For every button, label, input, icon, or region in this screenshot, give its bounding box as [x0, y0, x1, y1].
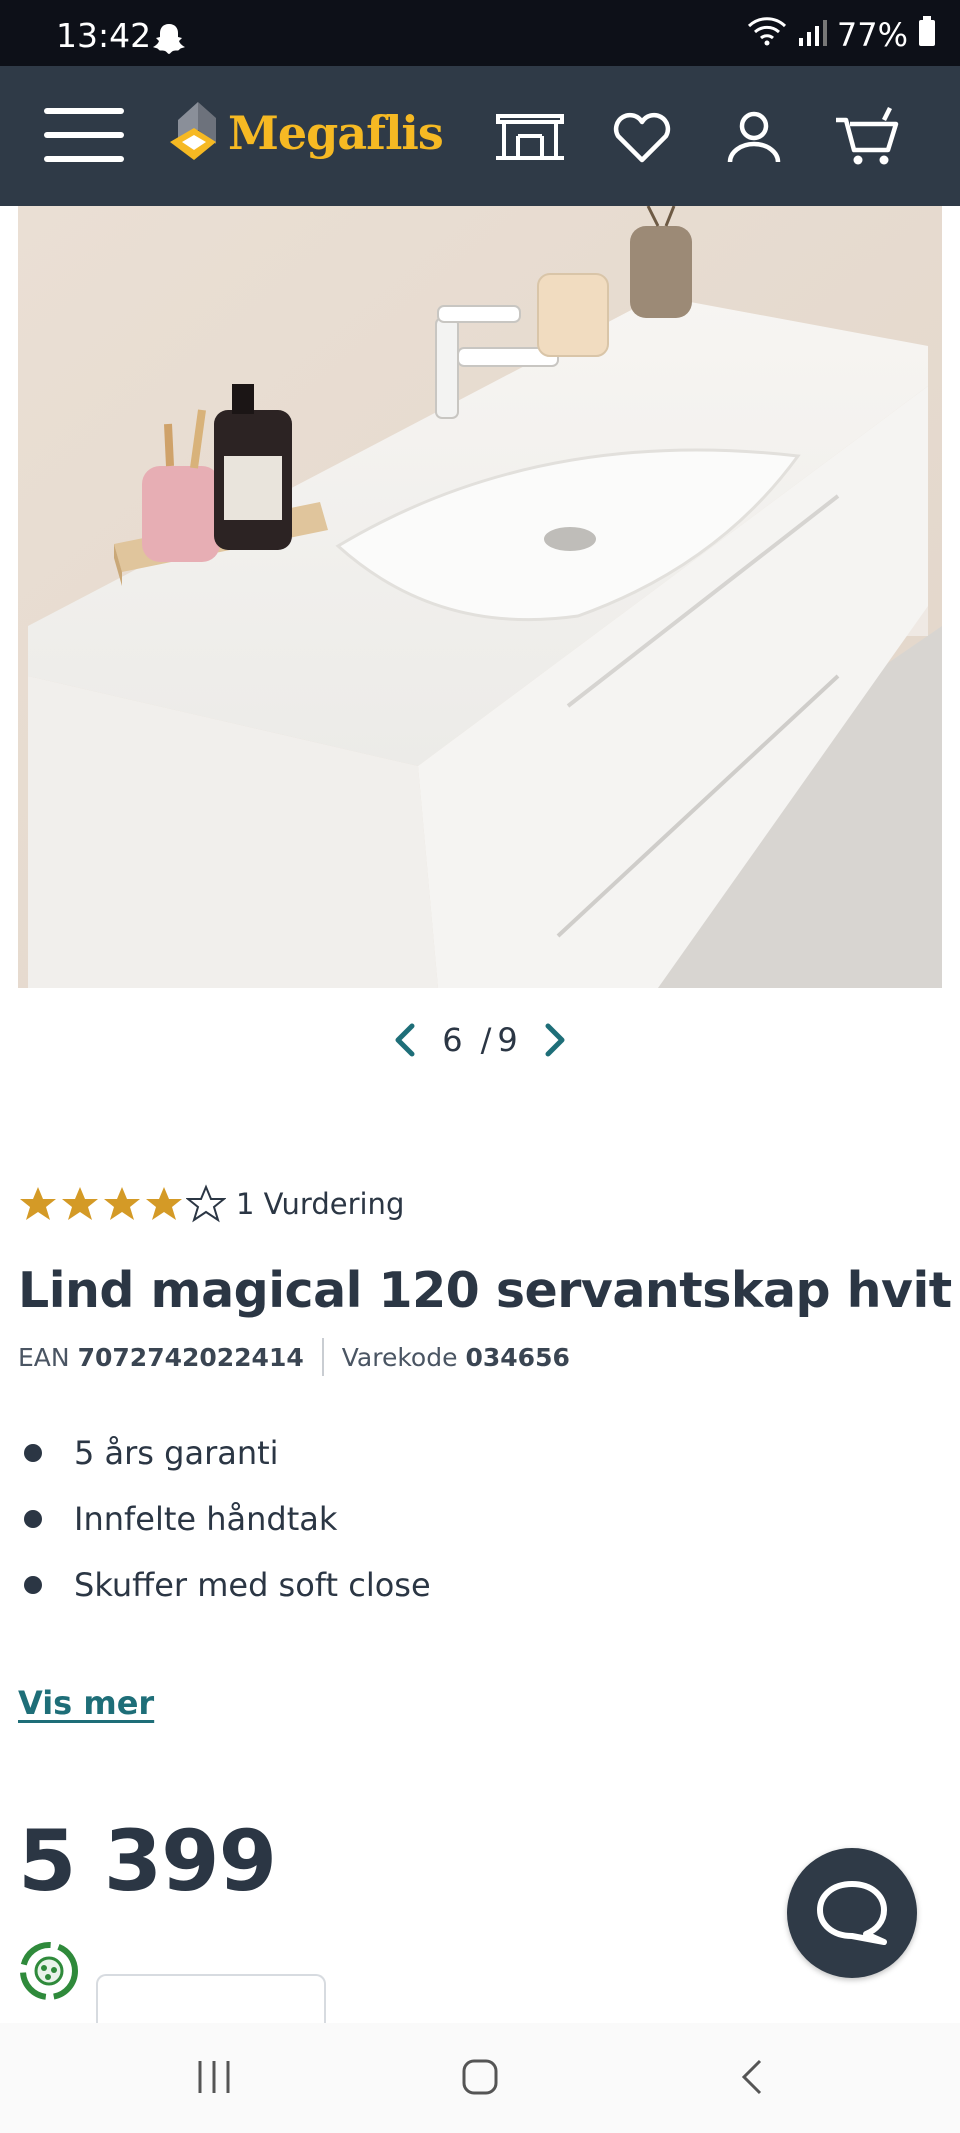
bullet-icon: [24, 1510, 42, 1528]
product-image[interactable]: [18, 206, 942, 988]
status-time: 13:42: [56, 16, 152, 55]
gallery-separator: /: [480, 1021, 492, 1059]
list-item: Innfelte håndtak: [18, 1486, 431, 1552]
site-header: Megaflis: [0, 66, 960, 206]
star-filled-icon: [146, 1187, 182, 1220]
sku-label: Varekode: [341, 1342, 458, 1372]
star-empty-icon: [186, 1184, 226, 1223]
wifi-icon: [747, 16, 787, 54]
gallery-pager: 6 / 9: [0, 1018, 960, 1062]
show-more-link[interactable]: Vis mer: [18, 1684, 154, 1722]
menu-icon[interactable]: [44, 108, 124, 164]
home-icon[interactable]: [460, 2057, 500, 2101]
chevron-left-icon[interactable]: [388, 1018, 424, 1062]
status-bar: 13:42 77%: [0, 0, 960, 66]
chat-button[interactable]: [787, 1848, 917, 1978]
heart-icon[interactable]: [610, 106, 680, 170]
recent-apps-icon[interactable]: [194, 2057, 234, 2101]
codes-divider: [321, 1338, 324, 1376]
product-title: Lind magical 120 servantskap hvit: [18, 1262, 952, 1319]
review-count[interactable]: 1 Vurdering: [236, 1187, 404, 1221]
sku-value: 034656: [465, 1342, 570, 1372]
status-indicators: 77%: [747, 16, 936, 54]
eco-recycle-icon: [16, 1938, 82, 2008]
chat-bubble-icon: [817, 1881, 887, 1945]
star-filled-icon: [62, 1187, 98, 1220]
list-item: 5 års garanti: [18, 1420, 431, 1486]
battery-percent: 77%: [836, 16, 908, 54]
user-icon[interactable]: [722, 106, 792, 170]
product-price: 5 399: [18, 1812, 277, 1910]
ean-value: 7072742022414: [77, 1342, 304, 1372]
snapchat-icon: [152, 22, 186, 58]
battery-icon: [918, 16, 936, 54]
quantity-box[interactable]: [96, 1974, 326, 2026]
product-codes: EAN 7072742022414 Varekode 034656: [18, 1338, 570, 1376]
cart-icon[interactable]: [834, 106, 904, 170]
list-item: Skuffer med soft close: [18, 1552, 431, 1618]
logo-text: Megaflis: [228, 106, 444, 160]
site-logo[interactable]: Megaflis: [168, 100, 444, 166]
store-icon[interactable]: [494, 106, 564, 170]
rating-stars: [18, 1184, 226, 1224]
feature-list: 5 års garanti Innfelte håndtak Skuffer m…: [18, 1420, 431, 1618]
star-filled-icon: [104, 1187, 140, 1220]
back-icon[interactable]: [732, 2057, 772, 2101]
feature-text: 5 års garanti: [74, 1434, 279, 1472]
bullet-icon: [24, 1444, 42, 1462]
chevron-right-icon[interactable]: [536, 1018, 572, 1062]
system-nav-bar: [0, 2023, 960, 2133]
logo-mark-icon: [170, 102, 216, 160]
signal-icon: [797, 16, 827, 54]
feature-text: Innfelte håndtak: [74, 1500, 338, 1538]
bullet-icon: [24, 1576, 42, 1594]
product-rating[interactable]: 1 Vurdering: [18, 1184, 404, 1224]
star-filled-icon: [20, 1187, 56, 1220]
ean-label: EAN: [18, 1342, 70, 1372]
gallery-total: 9: [497, 1021, 518, 1059]
gallery-current: 6: [442, 1021, 463, 1059]
feature-text: Skuffer med soft close: [74, 1566, 431, 1604]
